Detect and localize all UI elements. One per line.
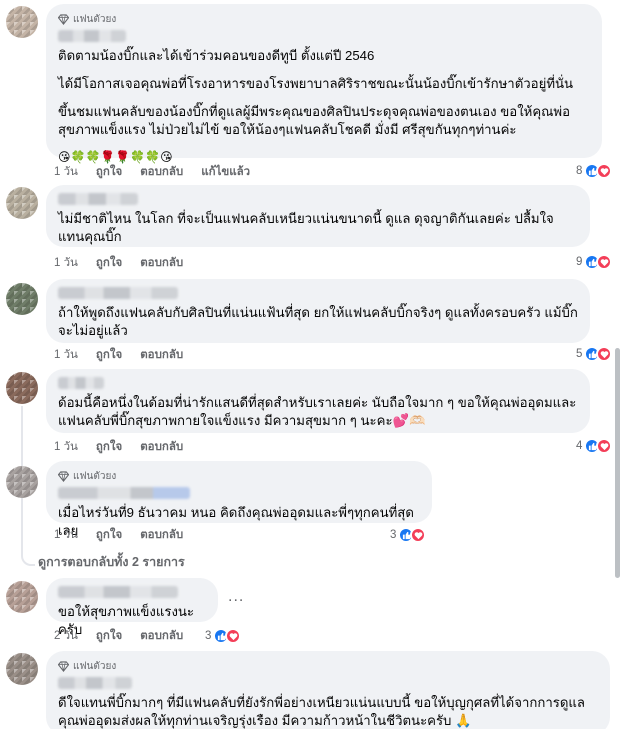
diamond-icon — [58, 13, 69, 25]
view-replies-link[interactable]: ดูการตอบกลับทั้ง 2 รายการ — [38, 552, 185, 572]
edited-label[interactable]: แก้ไขแล้ว — [201, 163, 250, 181]
timestamp[interactable]: 2 วัน — [54, 627, 78, 645]
comment-actions: 1 วัน ถูกใจ ตอบกลับ — [54, 527, 201, 543]
heart-icon — [225, 628, 242, 644]
comment-bubble: ด้อมนี้คือหนึ่งในด้อมที่น่ารักแสนดีที่สุ… — [46, 369, 590, 433]
diamond-icon — [58, 470, 69, 482]
avatar[interactable] — [6, 6, 38, 38]
comment-actions: 1 วัน ถูกใจ ตอบกลับ — [54, 255, 201, 271]
reaction-count: 3 — [390, 529, 397, 541]
commenter-name[interactable] — [58, 677, 132, 689]
comment-text: ดีใจแทนพี่บิ๊กมากๆ ที่มีแฟนคลับที่ยังรัก… — [58, 694, 598, 729]
diamond-icon — [58, 660, 69, 672]
like-button[interactable]: ถูกใจ — [96, 254, 122, 272]
emoji-row: 😘🍀🍀🌹🌹🍀🍀😘 — [58, 150, 173, 164]
comment-bubble: แฟนตัวยง เมื่อไหร่วันที่9 ธันวาคม หนอ คิ… — [46, 461, 432, 538]
timestamp[interactable]: 1 วัน — [54, 526, 78, 544]
comment-paragraph: ขึ้นชมแฟนคลับของน้องบิ๊กที่ดูแลผู้มีพระค… — [58, 104, 571, 137]
commenter-name[interactable] — [58, 487, 190, 499]
like-button[interactable]: ถูกใจ — [96, 627, 122, 645]
like-button[interactable]: ถูกใจ — [96, 526, 122, 544]
comment-actions: 1 วัน ถูกใจ ตอบกลับ แก้ไขแล้ว — [54, 164, 268, 180]
scrollbar[interactable] — [615, 348, 620, 578]
like-button[interactable]: ถูกใจ — [96, 346, 122, 364]
fan-badge: แฟนตัวยง — [58, 659, 598, 673]
comment-paragraph: ได้มีโอกาสเจอคุณพ่อที่โรงอาหารของโรงพยาบ… — [58, 76, 574, 91]
comment-paragraph: ด้อมนี้คือหนึ่งในด้อมที่น่ารักแสนดีที่สุ… — [58, 395, 577, 428]
reaction-summary[interactable]: 3 — [390, 526, 427, 544]
timestamp[interactable]: 1 วัน — [54, 163, 78, 181]
comment-bubble: แฟนตัวยง ดีใจแทนพี่บิ๊กมากๆ ที่มีแฟนคลับ… — [46, 651, 610, 729]
reaction-count: 9 — [576, 256, 583, 268]
comment-bubble: แฟนตัวยง ติดตามน้องบิ๊กและได้เข้าร่วมคอน… — [46, 4, 602, 164]
reaction-summary[interactable]: 5 — [576, 345, 613, 363]
like-button[interactable]: ถูกใจ — [96, 438, 122, 456]
commenter-name[interactable] — [58, 377, 104, 389]
commenter-name[interactable] — [58, 30, 126, 42]
reaction-count: 4 — [576, 440, 583, 452]
reaction-summary[interactable]: 9 — [576, 253, 613, 271]
heart-icon — [596, 346, 613, 362]
reply-button[interactable]: ตอบกลับ — [140, 526, 183, 544]
comment-paragraph: ติดตามน้องบิ๊กและได้เข้าร่วมคอนของดีทูบี… — [58, 48, 375, 63]
commenter-name[interactable] — [58, 287, 178, 299]
reply-button[interactable]: ตอบกลับ — [140, 438, 183, 456]
commenter-name[interactable] — [58, 193, 138, 205]
comment-text: ด้อมนี้คือหนึ่งในด้อมที่น่ารักแสนดีที่สุ… — [58, 394, 578, 430]
heart-icon — [596, 438, 613, 454]
reaction-summary[interactable]: 4 — [576, 437, 613, 455]
avatar[interactable] — [6, 283, 38, 315]
comment-bubble: ไม่มีชาติไหน ในโลก ที่จะเป็นแฟนคลับเหนีย… — [46, 185, 590, 247]
avatar[interactable] — [6, 187, 38, 219]
heart-icon — [596, 254, 613, 270]
comment-text: ไม่มีชาติไหน ในโลก ที่จะเป็นแฟนคลับเหนีย… — [58, 210, 578, 246]
heart-icon — [410, 527, 427, 543]
comment-actions: 1 วัน ถูกใจ ตอบกลับ — [54, 439, 201, 455]
comment-actions: 2 วัน ถูกใจ ตอบกลับ — [54, 628, 201, 644]
fan-badge-label: แฟนตัวยง — [73, 660, 117, 672]
avatar[interactable] — [6, 466, 38, 498]
avatar[interactable] — [6, 372, 38, 404]
comment-bubble: ขอให้สุขภาพแข็งแรงนะครับ — [46, 578, 218, 637]
comment-actions: 1 วัน ถูกใจ ตอบกลับ — [54, 347, 201, 363]
heart-icon — [596, 163, 613, 179]
reaction-count: 3 — [205, 630, 212, 642]
fan-badge-label: แฟนตัวยง — [73, 13, 117, 25]
reply-button[interactable]: ตอบกลับ — [140, 163, 183, 181]
timestamp[interactable]: 1 วัน — [54, 438, 78, 456]
thread-connector — [21, 552, 35, 566]
reply-button[interactable]: ตอบกลับ — [140, 254, 183, 272]
comment-text: ติดตามน้องบิ๊กและได้เข้าร่วมคอนของดีทูบี… — [58, 47, 590, 165]
like-button[interactable]: ถูกใจ — [96, 163, 122, 181]
reaction-count: 5 — [576, 348, 583, 360]
reply-button[interactable]: ตอบกลับ — [140, 627, 183, 645]
avatar[interactable] — [6, 581, 38, 613]
comment-paragraph: ถ้าให้พูดถึงแฟนคลับกับศิลปินที่แน่นแฟ้นท… — [58, 305, 578, 338]
fan-badge: แฟนตัวยง — [58, 469, 420, 483]
reaction-summary[interactable]: 3 — [205, 627, 242, 645]
comment-text: ถ้าให้พูดถึงแฟนคลับกับศิลปินที่แน่นแฟ้นท… — [58, 304, 578, 340]
comment-bubble: ถ้าให้พูดถึงแฟนคลับกับศิลปินที่แน่นแฟ้นท… — [46, 279, 590, 343]
timestamp[interactable]: 1 วัน — [54, 346, 78, 364]
comment-paragraph: ไม่มีชาติไหน ในโลก ที่จะเป็นแฟนคลับเหนีย… — [58, 211, 554, 244]
reaction-summary[interactable]: 8 — [576, 162, 613, 180]
reaction-count: 8 — [576, 165, 583, 177]
more-options-button[interactable]: ... — [228, 588, 244, 606]
fan-badge-label: แฟนตัวยง — [73, 470, 117, 482]
commenter-name[interactable] — [58, 586, 178, 598]
timestamp[interactable]: 1 วัน — [54, 254, 78, 272]
reply-button[interactable]: ตอบกลับ — [140, 346, 183, 364]
comment-paragraph: ดีใจแทนพี่บิ๊กมากๆ ที่มีแฟนคลับที่ยังรัก… — [58, 695, 585, 728]
fan-badge: แฟนตัวยง — [58, 12, 590, 26]
avatar[interactable] — [6, 653, 38, 685]
